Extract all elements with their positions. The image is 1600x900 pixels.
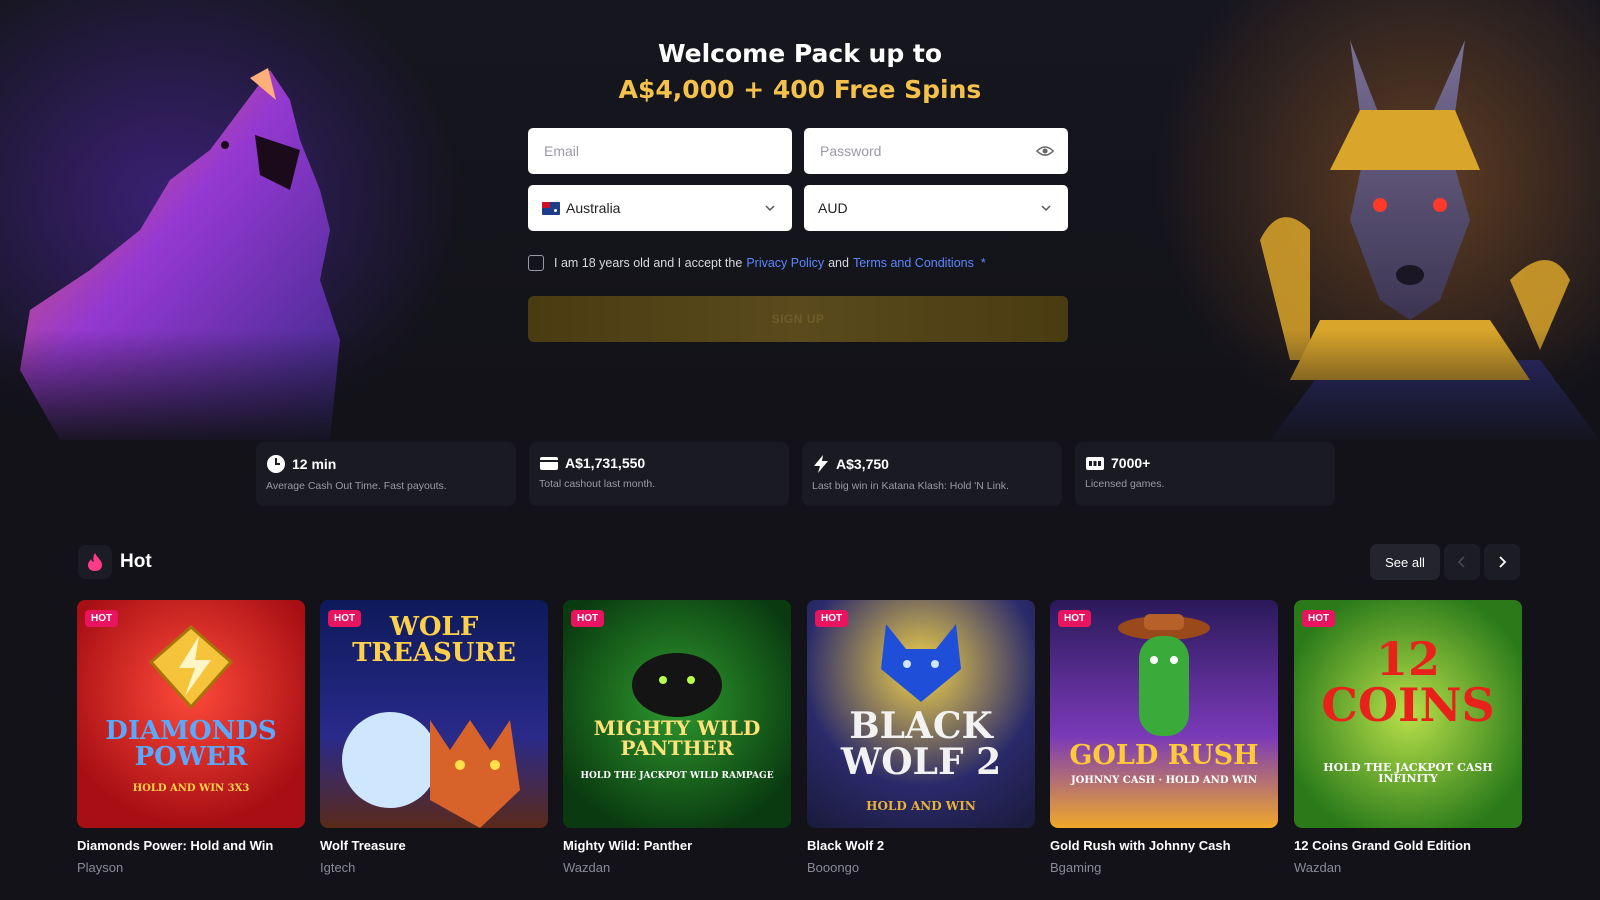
game-art-title: DIAMONDS POWER: [105, 716, 277, 772]
wallet-icon: [540, 457, 558, 470]
stat-label: Last big win in Katana Klash: Hold 'N Li…: [812, 480, 1009, 492]
game-art-subtitle: HOLD THE JACKPOT CASH INFINITY: [1323, 761, 1493, 785]
chevron-down-icon: [765, 205, 775, 212]
australia-flag-icon: [542, 201, 560, 215]
game-art-subtitle: JOHNNY CASH · HOLD AND WIN: [1070, 775, 1258, 786]
sign-up-button[interactable]: SIGN UP: [528, 296, 1068, 342]
hot-badge: HOT: [571, 610, 605, 627]
cactus-cowboy-icon: [1118, 614, 1210, 736]
currency-value: AUD: [818, 200, 848, 216]
stat-label: Average Cash Out Time. Fast payouts.: [266, 480, 447, 492]
game-art-title: GOLD RUSH: [1069, 740, 1259, 771]
game-art-subtitle: HOLD THE JACKPOT WILD RAMPAGE: [580, 771, 774, 781]
terms-link[interactable]: Terms and Conditions: [853, 256, 974, 270]
password-field-wrapper: [804, 128, 1068, 174]
stat-value: 12 min: [292, 456, 337, 472]
game-art-title: BLACK WOLF 2: [840, 705, 1002, 783]
game-provider: Booongo: [807, 860, 860, 875]
see-all-button[interactable]: See all: [1370, 544, 1440, 580]
agree-and-text: and: [828, 256, 849, 270]
stat-value: A$3,750: [836, 456, 889, 472]
prev-button[interactable]: [1444, 544, 1480, 580]
required-mark: *: [980, 256, 986, 270]
game-title[interactable]: Diamonds Power: Hold and Win: [77, 838, 273, 853]
game-art-title: 12 COINS: [1321, 632, 1495, 732]
flame-icon: [88, 553, 102, 571]
privacy-policy-link[interactable]: Privacy Policy: [746, 256, 824, 270]
game-title[interactable]: Mighty Wild: Panther: [563, 838, 692, 853]
game-card-wolf-treasure[interactable]: HOT WOLF TREASURE: [320, 600, 548, 828]
country-select[interactable]: Australia: [528, 185, 792, 231]
game-provider: Igtech: [320, 860, 356, 875]
eye-icon[interactable]: [1035, 144, 1054, 158]
stat-value: 7000+: [1111, 455, 1151, 471]
game-art-subtitle: HOLD AND WIN: [866, 799, 976, 813]
welcome-title: Welcome Pack up to: [657, 39, 943, 68]
blue-wolf-icon: [881, 624, 961, 702]
hot-badge: HOT: [1302, 610, 1336, 627]
panther-icon: [632, 653, 722, 717]
game-card-black-wolf-2[interactable]: HOT BLACK WOLF 2 HOLD AND WIN: [807, 600, 1035, 828]
stat-licensed-games: 7000+ Licensed games.: [1075, 442, 1335, 506]
game-card-12-coins[interactable]: HOT 12 COINS HOLD THE JACKPOT CASH INFIN…: [1294, 600, 1522, 828]
slot-machine-icon: [1086, 457, 1104, 470]
welcome-headline: Welcome Pack up to A$4,000 + 400 Free Sp…: [0, 36, 1600, 108]
moon-wolf-icon: [342, 712, 520, 828]
game-title[interactable]: Black Wolf 2: [807, 838, 884, 853]
agree-checkbox[interactable]: [528, 255, 544, 271]
age-terms-agreement: I am 18 years old and I accept the Priva…: [528, 255, 986, 271]
email-input[interactable]: [542, 142, 778, 160]
chevron-left-icon: [1457, 556, 1465, 568]
game-art-subtitle: HOLD AND WIN 3X3: [132, 783, 250, 794]
game-card-diamonds-power[interactable]: HOT DIAMONDS POWER HOLD AND WIN 3X3: [77, 600, 305, 828]
hot-section-header: Hot: [78, 545, 152, 579]
currency-select[interactable]: AUD: [804, 185, 1068, 231]
chevron-right-icon: [1499, 556, 1507, 568]
flame-icon-wrapper: [78, 545, 112, 579]
game-provider: Bgaming: [1050, 860, 1102, 875]
lightning-gem-icon: [148, 625, 234, 710]
stat-label: Total cashout last month.: [539, 478, 656, 490]
stat-cashout-time: 12 min Average Cash Out Time. Fast payou…: [256, 442, 516, 506]
agree-text: I am 18 years old and I accept the: [554, 256, 743, 270]
email-field-wrapper: [528, 128, 792, 174]
game-art-title: WOLF TREASURE: [352, 612, 516, 668]
stat-big-win: A$3,750 Last big win in Katana Klash: Ho…: [802, 442, 1062, 506]
game-art-title: MIGHTY WILD PANTHER: [593, 716, 761, 760]
game-card-gold-rush[interactable]: HOT GOLD RUSH JOHNNY CASH · HOLD AND WIN: [1050, 600, 1278, 828]
country-value: Australia: [566, 200, 621, 216]
hot-badge: HOT: [815, 610, 849, 627]
next-button[interactable]: [1484, 544, 1520, 580]
chevron-down-icon: [1041, 205, 1051, 212]
password-input[interactable]: [818, 142, 1036, 160]
stat-total-cashout: A$1,731,550 Total cashout last month.: [529, 442, 789, 506]
game-provider: Playson: [77, 860, 124, 875]
lightning-icon: [814, 455, 828, 473]
stat-value: A$1,731,550: [565, 455, 646, 471]
section-title: Hot: [120, 551, 152, 572]
hot-badge: HOT: [85, 610, 119, 627]
welcome-offer: A$4,000 + 400 Free Spins: [618, 75, 982, 104]
game-title[interactable]: Wolf Treasure: [320, 838, 406, 853]
hero-fade: [0, 330, 1600, 450]
hot-badge: HOT: [1058, 610, 1092, 627]
game-title[interactable]: 12 Coins Grand Gold Edition: [1294, 838, 1471, 853]
game-title[interactable]: Gold Rush with Johnny Cash: [1050, 838, 1231, 853]
game-provider: Wazdan: [563, 860, 611, 875]
game-card-mighty-wild-panther[interactable]: HOT MIGHTY WILD PANTHER HOLD THE JACKPOT…: [563, 600, 791, 828]
stat-label: Licensed games.: [1085, 478, 1165, 490]
clock-icon: [267, 455, 285, 473]
game-provider: Wazdan: [1294, 860, 1342, 875]
